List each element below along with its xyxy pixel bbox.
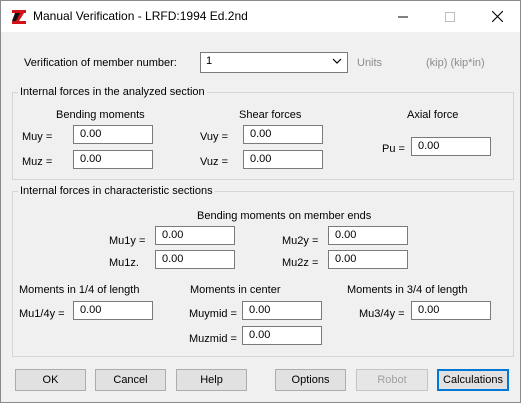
pu-label: Pu = xyxy=(382,143,405,155)
robot-button[interactable]: Robot xyxy=(356,369,428,391)
units-value: (kip) (kip*in) xyxy=(426,57,485,69)
axial-force-title: Axial force xyxy=(407,109,459,121)
maximize-button[interactable] xyxy=(427,1,473,32)
mu2z-input[interactable]: 0.00 xyxy=(328,250,408,269)
minimize-button[interactable] xyxy=(380,1,426,32)
minimize-icon xyxy=(398,16,408,17)
vuy-label: Vuy = xyxy=(200,131,229,143)
quarter-length-title: Moments in 1/4 of length xyxy=(19,284,140,296)
muzmid-label: Muzmid = xyxy=(189,333,237,345)
mu1y-label: Mu1y = xyxy=(109,235,146,247)
vuz-input[interactable]: 0.00 xyxy=(243,150,323,169)
units-label: Units xyxy=(357,57,383,69)
close-icon xyxy=(491,11,503,22)
muz-input[interactable]: 0.00 xyxy=(73,150,153,169)
calculations-button[interactable]: Calculations xyxy=(437,369,509,391)
center-title: Moments in center xyxy=(190,284,281,296)
bending-moments-title: Bending moments xyxy=(56,109,145,121)
maximize-icon xyxy=(445,11,455,22)
mu14y-input[interactable]: 0.00 xyxy=(73,301,153,320)
member-number-label: Verification of member number: xyxy=(24,57,177,69)
muz-label: Muz = xyxy=(22,156,53,168)
app-logo-icon xyxy=(11,9,27,25)
mu2y-label: Mu2y = xyxy=(282,235,319,247)
mu1z-label: Mu1z. xyxy=(109,257,139,269)
member-number-select[interactable]: 1 xyxy=(200,52,348,73)
ok-button[interactable]: OK xyxy=(15,369,86,391)
mu1z-input[interactable]: 0.00 xyxy=(155,250,235,269)
window-title: Manual Verification - LRFD:1994 Ed.2nd xyxy=(33,9,248,23)
mu34y-input[interactable]: 0.00 xyxy=(411,301,491,320)
characteristic-sections-legend: Internal forces in characteristic sectio… xyxy=(18,185,215,197)
mu2y-input[interactable]: 0.00 xyxy=(328,226,408,245)
close-button[interactable] xyxy=(474,1,520,32)
member-ends-title: Bending moments on member ends xyxy=(197,210,372,222)
member-number-value: 1 xyxy=(206,55,213,67)
help-button[interactable]: Help xyxy=(176,369,247,391)
member-number-label-text: Verification of member number: xyxy=(24,57,177,69)
shear-forces-title: Shear forces xyxy=(239,109,302,121)
muymid-label: Muymid = xyxy=(189,308,237,320)
cancel-button[interactable]: Cancel xyxy=(95,369,166,391)
manual-verification-dialog: Manual Verification - LRFD:1994 Ed.2nd V… xyxy=(0,0,521,403)
mu14y-label: Mu1/4y = xyxy=(19,308,65,320)
mu34y-label: Mu3/4y = xyxy=(359,308,405,320)
chevron-down-icon xyxy=(332,56,342,69)
muy-label: Muy = xyxy=(22,131,53,143)
vuy-input[interactable]: 0.00 xyxy=(243,125,323,144)
title-bar: Manual Verification - LRFD:1994 Ed.2nd xyxy=(1,1,520,32)
muzmid-input[interactable]: 0.00 xyxy=(242,326,322,345)
muy-input[interactable]: 0.00 xyxy=(73,125,153,144)
three-quarter-length-title: Moments in 3/4 of length xyxy=(347,284,468,296)
mu2z-label: Mu2z = xyxy=(282,257,319,269)
options-button[interactable]: Options xyxy=(275,369,346,391)
vuz-label: Vuz = xyxy=(200,156,229,168)
pu-input[interactable]: 0.00 xyxy=(411,137,491,156)
mu1y-input[interactable]: 0.00 xyxy=(155,226,235,245)
analyzed-section-legend: Internal forces in the analyzed section xyxy=(18,86,207,98)
muymid-input[interactable]: 0.00 xyxy=(242,301,322,320)
